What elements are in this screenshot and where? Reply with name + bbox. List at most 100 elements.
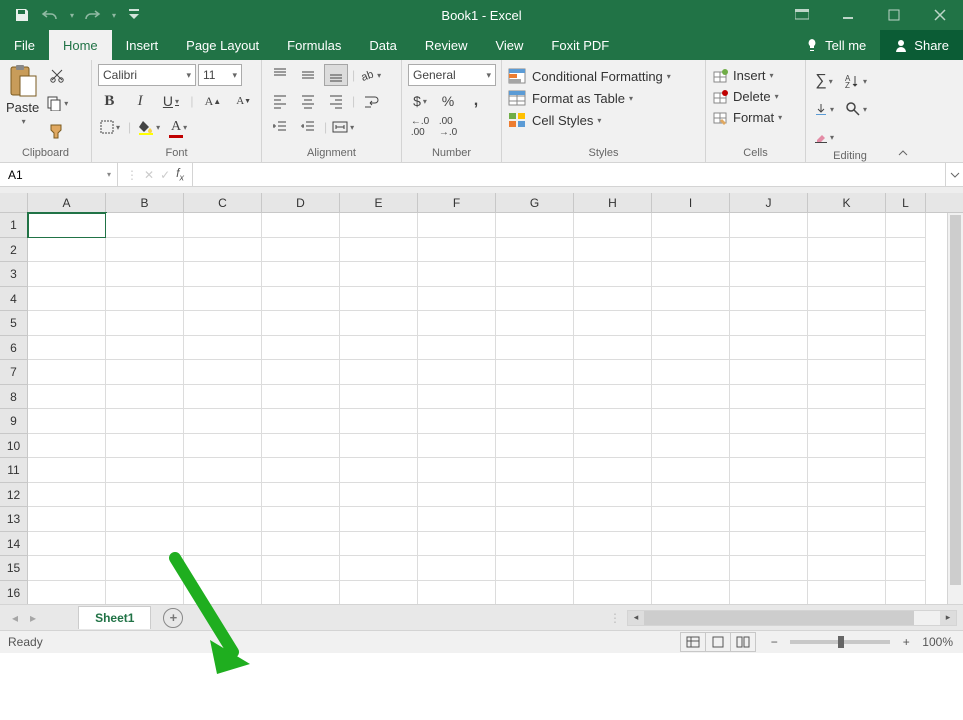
cell[interactable]: [808, 556, 886, 581]
align-bottom-icon[interactable]: [324, 64, 348, 86]
cell[interactable]: [808, 262, 886, 287]
row-header[interactable]: 13: [0, 507, 28, 532]
accounting-format-icon[interactable]: $▾: [408, 90, 432, 112]
increase-font-icon[interactable]: A▲: [201, 90, 224, 112]
cell[interactable]: [28, 556, 106, 581]
cell[interactable]: [652, 581, 730, 606]
cell[interactable]: [886, 213, 926, 238]
insert-cells-button[interactable]: Insert▾: [712, 68, 799, 83]
collapse-ribbon-icon[interactable]: [894, 60, 912, 162]
bold-button[interactable]: B: [98, 90, 121, 112]
row-header[interactable]: 10: [0, 434, 28, 459]
cell[interactable]: [574, 581, 652, 606]
cell[interactable]: [106, 556, 184, 581]
cell[interactable]: [418, 532, 496, 557]
increase-indent-icon[interactable]: [296, 116, 320, 138]
cell[interactable]: [184, 532, 262, 557]
cell[interactable]: [184, 409, 262, 434]
cell[interactable]: [184, 581, 262, 606]
column-header[interactable]: D: [262, 193, 340, 212]
cell[interactable]: [808, 507, 886, 532]
zoom-in-button[interactable]: +: [898, 635, 914, 649]
cell[interactable]: [730, 262, 808, 287]
cell-styles-button[interactable]: Cell Styles▾: [508, 112, 699, 128]
font-size-select[interactable]: 11▾: [198, 64, 242, 86]
cell[interactable]: [184, 434, 262, 459]
cell[interactable]: [652, 409, 730, 434]
column-header[interactable]: L: [886, 193, 926, 212]
cell[interactable]: [730, 458, 808, 483]
percent-format-icon[interactable]: %: [436, 90, 460, 112]
cell[interactable]: [808, 213, 886, 238]
cell[interactable]: [496, 213, 574, 238]
italic-button[interactable]: I: [129, 90, 152, 112]
tab-page-layout[interactable]: Page Layout: [172, 30, 273, 60]
row-header[interactable]: 12: [0, 483, 28, 508]
cell[interactable]: [418, 238, 496, 263]
cancel-formula-icon[interactable]: ✕: [144, 168, 154, 182]
cell[interactable]: [106, 213, 184, 238]
cell[interactable]: [28, 507, 106, 532]
cell[interactable]: [28, 238, 106, 263]
cell[interactable]: [496, 483, 574, 508]
cell[interactable]: [28, 409, 106, 434]
tab-data[interactable]: Data: [355, 30, 410, 60]
column-header[interactable]: I: [652, 193, 730, 212]
cell[interactable]: [28, 385, 106, 410]
cell[interactable]: [262, 556, 340, 581]
cell[interactable]: [262, 434, 340, 459]
cell[interactable]: [808, 238, 886, 263]
cell[interactable]: [418, 385, 496, 410]
cell[interactable]: [28, 458, 106, 483]
cell[interactable]: [340, 287, 418, 312]
redo-icon[interactable]: [82, 5, 102, 25]
cell[interactable]: [184, 262, 262, 287]
cell[interactable]: [184, 507, 262, 532]
cell[interactable]: [652, 385, 730, 410]
row-header[interactable]: 14: [0, 532, 28, 557]
cell[interactable]: [574, 458, 652, 483]
cell[interactable]: [730, 311, 808, 336]
cell[interactable]: [652, 360, 730, 385]
column-header[interactable]: C: [184, 193, 262, 212]
name-box-input[interactable]: [0, 168, 80, 182]
cell[interactable]: [652, 434, 730, 459]
cell[interactable]: [886, 581, 926, 606]
cell[interactable]: [184, 311, 262, 336]
tab-view[interactable]: View: [481, 30, 537, 60]
cell[interactable]: [28, 213, 106, 238]
cell[interactable]: [262, 238, 340, 263]
redo-dropdown-icon[interactable]: ▾: [112, 11, 116, 20]
zoom-slider[interactable]: [790, 640, 890, 644]
cell[interactable]: [418, 262, 496, 287]
zoom-out-button[interactable]: −: [766, 635, 782, 649]
align-center-icon[interactable]: [296, 90, 320, 112]
close-button[interactable]: [917, 0, 963, 30]
cell[interactable]: [652, 532, 730, 557]
cell[interactable]: [262, 532, 340, 557]
cell[interactable]: [340, 581, 418, 606]
cell[interactable]: [574, 311, 652, 336]
cell[interactable]: [262, 287, 340, 312]
cell[interactable]: [574, 262, 652, 287]
cell[interactable]: [730, 287, 808, 312]
delete-cells-button[interactable]: Delete▾: [712, 89, 799, 104]
cell[interactable]: [730, 409, 808, 434]
column-header[interactable]: A: [28, 193, 106, 212]
column-header[interactable]: G: [496, 193, 574, 212]
cell[interactable]: [496, 507, 574, 532]
cell[interactable]: [106, 507, 184, 532]
column-header[interactable]: K: [808, 193, 886, 212]
cell[interactable]: [262, 385, 340, 410]
tab-formulas[interactable]: Formulas: [273, 30, 355, 60]
cell[interactable]: [652, 213, 730, 238]
cell[interactable]: [808, 311, 886, 336]
cell[interactable]: [886, 385, 926, 410]
hscroll-right-icon[interactable]: ▸: [940, 611, 956, 625]
cell[interactable]: [262, 581, 340, 606]
cell[interactable]: [262, 409, 340, 434]
tab-foxit-pdf[interactable]: Foxit PDF: [537, 30, 623, 60]
minimize-button[interactable]: [825, 0, 871, 30]
cell[interactable]: [496, 556, 574, 581]
name-box-dropdown-icon[interactable]: ▾: [101, 170, 117, 179]
